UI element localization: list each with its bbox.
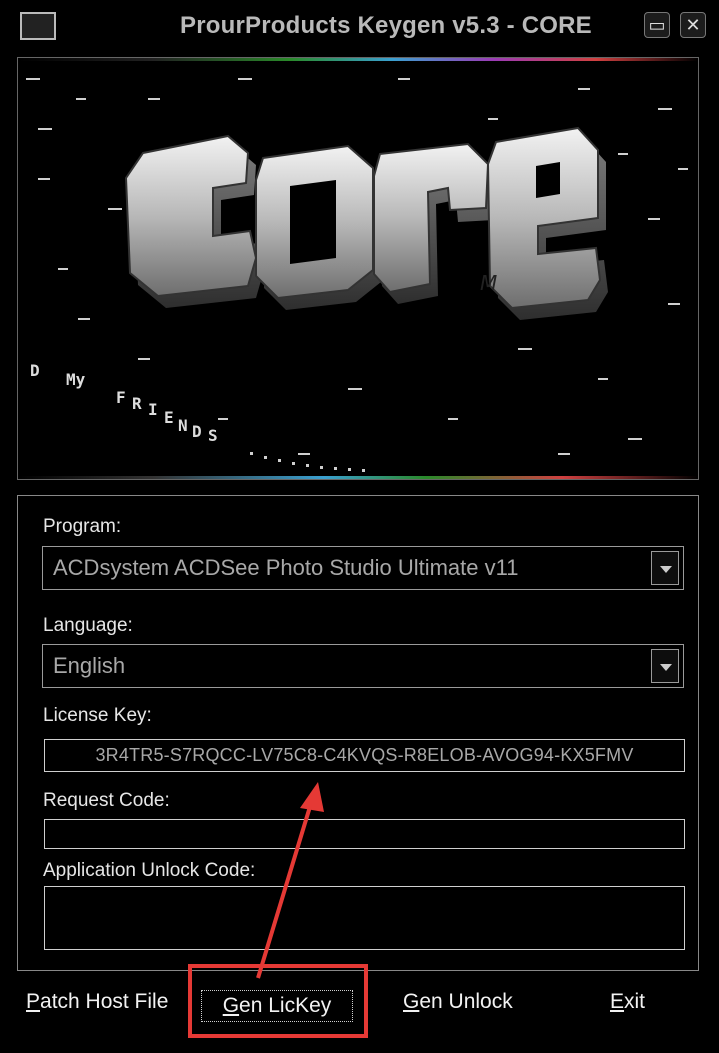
highlight-box-annotation (188, 964, 368, 1038)
program-select-value: ACDsystem ACDSee Photo Studio Ultimate v… (53, 555, 519, 580)
keygen-form-panel: Program: ACDsystem ACDSee Photo Studio U… (17, 495, 699, 971)
minimize-icon[interactable]: ▭ (644, 12, 670, 38)
license-key-field[interactable]: 3R4TR5-S7RQCC-LV75C8-C4KVQS-R8ELOB-AVOG9… (44, 739, 685, 772)
scroller-dots (250, 452, 365, 472)
license-key-value: 3R4TR5-S7RQCC-LV75C8-C4KVQS-R8ELOB-AVOG9… (95, 745, 634, 765)
program-label: Program: (43, 516, 122, 537)
language-select-value: English (53, 653, 126, 678)
request-code-label: Request Code: (43, 790, 170, 811)
title-bar[interactable]: ProurProducts Keygen v5.3 - CORE ▭ ✕ (0, 0, 719, 52)
patch-host-label: atch Host File (40, 990, 169, 1013)
core-banner: M D My F R I E N D S (17, 57, 699, 480)
gen-unlock-button[interactable]: Gen Unlock (403, 990, 513, 1014)
language-label: Language: (43, 615, 133, 636)
chevron-down-icon[interactable] (651, 649, 679, 683)
request-code-field[interactable] (44, 819, 685, 849)
app-icon (20, 12, 56, 40)
banner-bottom-line (18, 476, 698, 479)
chevron-down-icon[interactable] (651, 551, 679, 585)
unlock-code-field[interactable] (44, 886, 685, 950)
language-select[interactable]: English (42, 644, 684, 688)
exit-label: xit (624, 990, 646, 1013)
close-icon[interactable]: ✕ (680, 12, 706, 38)
exit-mnemonic: E (610, 990, 625, 1013)
window-title: ProurProducts Keygen v5.3 - CORE (180, 12, 592, 39)
keygen-window: ProurProducts Keygen v5.3 - CORE ▭ ✕ M D… (0, 0, 719, 1053)
exit-button[interactable]: Exit (610, 990, 645, 1014)
gen-unlock-mnemonic: G (403, 990, 420, 1013)
unlock-code-label: Application Unlock Code: (43, 860, 256, 881)
license-key-label: License Key: (43, 705, 152, 726)
program-select[interactable]: ACDsystem ACDSee Photo Studio Ultimate v… (42, 546, 684, 590)
patch-host-file-button[interactable]: Patch Host File (26, 990, 168, 1014)
gen-unlock-label: en Unlock (419, 990, 513, 1013)
patch-host-mnemonic: P (26, 990, 41, 1013)
